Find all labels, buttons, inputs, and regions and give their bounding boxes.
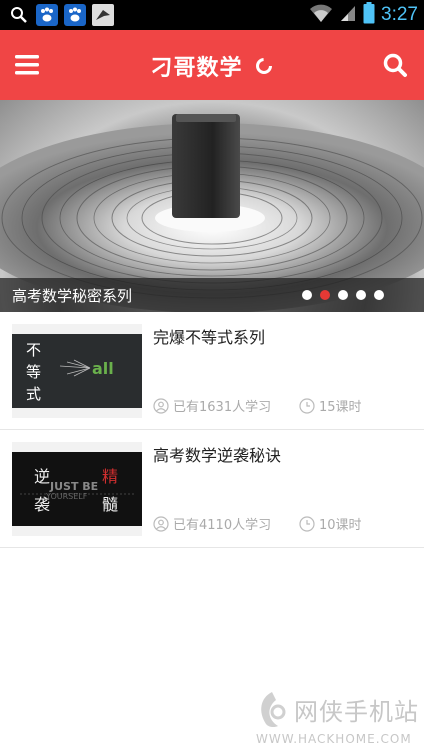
course-title: 高考数学逆袭秘诀 [153,446,282,465]
clock: 3:27 [381,4,418,25]
watermark-text: 网侠手机站 [294,698,419,726]
baidu-paw-icon [36,4,58,26]
hackhome-logo-icon [261,692,286,728]
svg-text:精: 精 [102,467,118,486]
app-title-area: 刁哥数学 [0,50,424,82]
carousel-dot[interactable] [356,290,366,300]
notification-icons [8,4,114,26]
course-title: 完爆不等式系列 [153,328,266,347]
watermark-url: WWW.HACKHOME.COM [256,732,412,746]
app-bar: 刁哥数学 [0,30,424,100]
app-title: 刁哥数学 [150,56,243,81]
lessons-count: 15课时 [299,396,362,415]
clock-icon [299,515,315,532]
bird-app-icon [92,4,114,26]
course-list-item[interactable]: 逆 袭 精 髓 JUST BE YOURSELF 高考数学逆袭秘诀 已有4110… [0,430,424,548]
banner-title: 高考数学秘密系列 [12,287,133,305]
user-icon [153,515,169,532]
lessons-text: 10课时 [319,518,362,533]
svg-text:all: all [92,359,114,378]
svg-text:YOURSELF: YOURSELF [45,492,88,501]
learners-text: 已有1631人学习 [173,400,272,415]
svg-text:逆: 逆 [34,467,50,486]
learners-text: 已有4110人学习 [173,518,272,533]
loading-ring-icon [255,58,272,74]
carousel-indicators [302,290,384,300]
baidu-paw-icon [64,4,86,26]
svg-text:式: 式 [26,385,41,403]
course-thumbnail: 不 等 式 all [12,324,142,418]
learners-count: 已有1631人学习 [153,396,271,415]
carousel-dot[interactable] [302,290,312,300]
thumbnail-artwork: 逆 袭 精 髓 JUST BE YOURSELF [20,467,134,514]
lessons-count: 10课时 [299,514,362,533]
carousel-dot[interactable] [338,290,348,300]
banner-carousel[interactable]: 高考数学秘密系列 [0,100,424,312]
thumbnail-artwork: 不 等 式 all [26,341,114,403]
status-bar: 3:27 [0,0,424,30]
carousel-dot-active[interactable] [320,290,330,300]
signal-icon [339,3,357,27]
learners-count: 已有4110人学习 [153,514,271,533]
search-button[interactable] [382,52,408,78]
search-icon [383,53,407,77]
user-icon [153,397,169,414]
svg-text:髓: 髓 [102,495,118,514]
svg-text:等: 等 [26,363,41,381]
carousel-dot[interactable] [374,290,384,300]
wifi-icon [309,3,333,27]
search-icon [8,4,30,26]
lessons-text: 15课时 [319,400,362,415]
system-icons: 3:27 [309,2,418,28]
watermark: 网侠手机站 WWW.HACKHOME.COM [250,684,424,754]
battery-icon [363,2,375,28]
svg-text:不: 不 [26,341,41,359]
course-list-item[interactable]: 不 等 式 all 完爆不等式系列 已有1631人学习 15课时 [0,312,424,430]
clock-icon [299,397,315,414]
banner-caption-bar: 高考数学秘密系列 [0,278,424,312]
course-thumbnail: 逆 袭 精 髓 JUST BE YOURSELF [12,442,142,536]
